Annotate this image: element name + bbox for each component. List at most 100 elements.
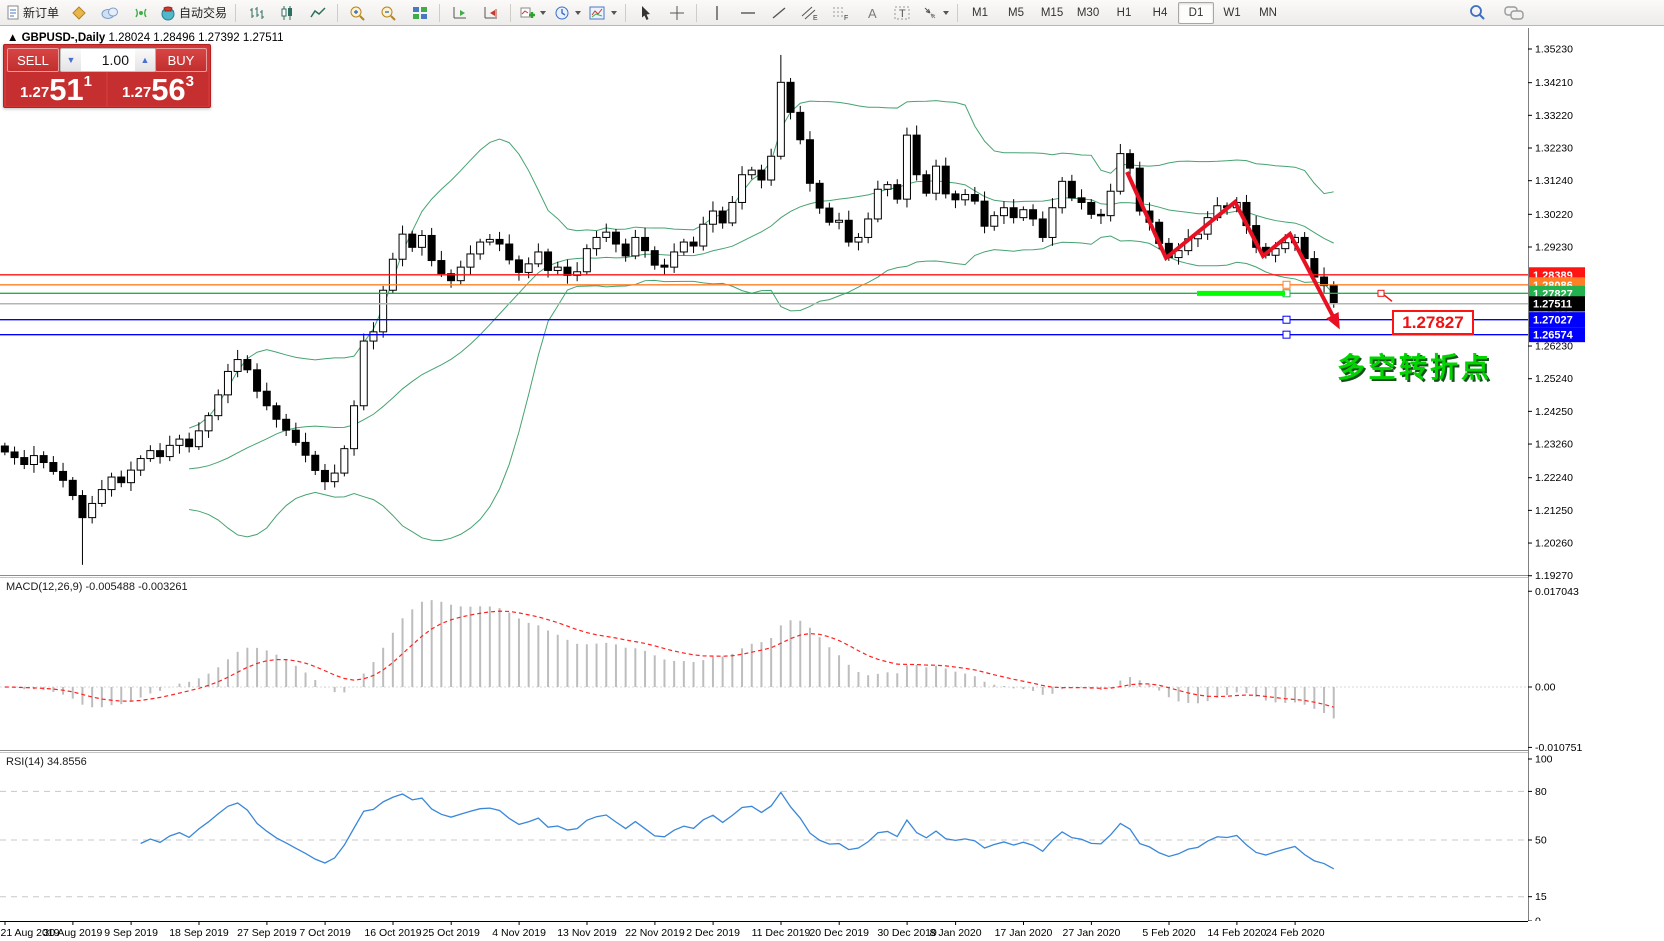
time-axis-label: 7 Oct 2019	[299, 927, 351, 939]
candlestick-mode-button[interactable]	[271, 1, 302, 24]
candlestick-icon	[279, 5, 295, 21]
time-axis-label: 30 Aug 2019	[43, 927, 102, 939]
time-axis-label: 22 Nov 2019	[625, 927, 685, 939]
horizontal-line-tool-button[interactable]	[732, 1, 763, 24]
template-icon	[589, 5, 606, 21]
ohlc-high: 1.28496	[153, 32, 195, 44]
time-axis-label: 9 Sep 2019	[104, 927, 158, 939]
timeframe-button-d1[interactable]: D1	[1178, 2, 1214, 24]
svg-text:1.26230: 1.26230	[1535, 341, 1573, 353]
text-label-icon: T	[894, 5, 911, 21]
time-axis-label: 11 Dec 2019	[752, 927, 811, 939]
text-label-tool-button[interactable]: T	[887, 1, 918, 24]
svg-text:1.30220: 1.30220	[1535, 209, 1573, 221]
clock-icon	[554, 5, 570, 21]
volume-decrease-button[interactable]: ▼	[61, 49, 81, 71]
sell-price-big: 51	[49, 74, 83, 105]
rsi-pane[interactable]	[0, 753, 1528, 921]
line-handle[interactable]	[1283, 281, 1290, 288]
indicators-plus-icon	[519, 5, 535, 21]
timeframe-button-h1[interactable]: H1	[1106, 2, 1142, 24]
sell-price-display[interactable]: 1.27511	[6, 72, 106, 106]
trendline-tool-button[interactable]	[763, 1, 794, 24]
time-axis-label: 24 Feb 2020	[1266, 927, 1325, 939]
cursor-tool-button[interactable]	[630, 1, 661, 24]
dropdown-caret	[943, 11, 949, 15]
svg-text:1.27027: 1.27027	[1533, 315, 1573, 327]
tile-windows-button[interactable]	[404, 1, 435, 24]
buy-button[interactable]: BUY	[155, 48, 207, 72]
chart-shift-button[interactable]	[475, 1, 506, 24]
line-handle[interactable]	[1283, 316, 1290, 323]
svg-text:T: T	[899, 8, 906, 20]
buy-price-display[interactable]: 1.27563	[108, 72, 208, 106]
svg-text:100: 100	[1535, 754, 1553, 766]
zoom-out-button[interactable]	[373, 1, 404, 24]
turning-point-annotation[interactable]: 多空转折点	[1337, 346, 1492, 386]
price-callout[interactable]: 1.27827	[1392, 310, 1474, 335]
text-tool-button[interactable]: A	[856, 1, 887, 24]
buy-price-sup: 3	[186, 75, 194, 89]
svg-text:80: 80	[1535, 786, 1547, 798]
trendline-icon	[771, 5, 787, 21]
svg-text:0: 0	[1535, 916, 1541, 922]
time-axis-label: 14 Feb 2020	[1207, 927, 1266, 939]
timeframe-button-m15[interactable]: M15	[1034, 2, 1070, 24]
volume-value[interactable]: 1.00	[81, 49, 135, 71]
sell-price-sup: 1	[84, 75, 92, 89]
macd-pane[interactable]	[0, 578, 1528, 750]
volume-increase-button[interactable]: ▲	[135, 49, 155, 71]
timeframe-button-m5[interactable]: M5	[998, 2, 1034, 24]
mt4-window: 新订单 自动交易	[0, 0, 1664, 941]
signal-icon	[133, 5, 149, 21]
equidistant-channel-icon: E	[801, 5, 818, 21]
timeframe-button-m1[interactable]: M1	[962, 2, 998, 24]
svg-text:1.24250: 1.24250	[1535, 406, 1573, 418]
indicators-button[interactable]	[515, 1, 550, 24]
signals-button[interactable]	[125, 1, 156, 24]
line-chart-mode-button[interactable]	[302, 1, 333, 24]
autotrading-button[interactable]: 自动交易	[156, 1, 231, 24]
new-order-button[interactable]: 新订单	[2, 1, 63, 24]
symbol-title: GBPUSD-,Daily	[22, 32, 106, 44]
collapse-marker[interactable]: ▲	[7, 32, 18, 44]
time-axis-label: 27 Sep 2019	[237, 927, 297, 939]
templates-button[interactable]	[585, 1, 621, 24]
timeframe-button-h4[interactable]: H4	[1142, 2, 1178, 24]
time-axis[interactable]: 21 Aug 201930 Aug 20199 Sep 201918 Sep 2…	[0, 921, 1528, 941]
fibonacci-tool-button[interactable]: F	[825, 1, 856, 24]
svg-text:0.017043: 0.017043	[1535, 586, 1579, 598]
market-watch-button[interactable]	[94, 1, 125, 24]
vertical-line-tool-button[interactable]	[701, 1, 732, 24]
time-axis-label: 20 Dec 2019	[809, 927, 869, 939]
channel-tool-button[interactable]: E	[794, 1, 825, 24]
periods-button[interactable]	[550, 1, 585, 24]
price-chart-pane[interactable]	[0, 28, 1528, 575]
timeframe-button-mn[interactable]: MN	[1250, 2, 1286, 24]
profiles-button[interactable]	[63, 1, 94, 24]
arrows-icon	[922, 5, 938, 21]
sell-button[interactable]: SELL	[7, 48, 59, 72]
chat-button[interactable]	[1498, 1, 1529, 24]
new-order-icon	[6, 5, 20, 20]
dropdown-caret	[611, 11, 617, 15]
svg-text:1.26574: 1.26574	[1533, 330, 1574, 342]
crosshair-tool-button[interactable]	[661, 1, 692, 24]
fibonacci-icon: F	[832, 5, 849, 21]
svg-text:1.25240: 1.25240	[1535, 373, 1573, 385]
horizontal-line-icon	[740, 5, 756, 21]
timeframe-button-w1[interactable]: W1	[1214, 2, 1250, 24]
auto-scroll-button[interactable]	[444, 1, 475, 24]
bar-chart-mode-button[interactable]	[240, 1, 271, 24]
search-button[interactable]	[1462, 1, 1493, 24]
bar-chart-icon	[248, 5, 264, 21]
arrows-tool-button[interactable]	[918, 1, 953, 24]
price-axis[interactable]: 1.352301.342101.332201.322301.312401.302…	[1528, 28, 1664, 921]
pane-separator[interactable]	[0, 575, 1664, 576]
line-handle[interactable]	[1283, 331, 1290, 338]
timeframe-bar: M1M5M15M30H1H4D1W1MN	[962, 2, 1286, 24]
zoom-in-button[interactable]	[342, 1, 373, 24]
timeframe-button-m30[interactable]: M30	[1070, 2, 1106, 24]
pane-separator[interactable]	[0, 750, 1664, 751]
ohlc-low: 1.27392	[198, 32, 240, 44]
